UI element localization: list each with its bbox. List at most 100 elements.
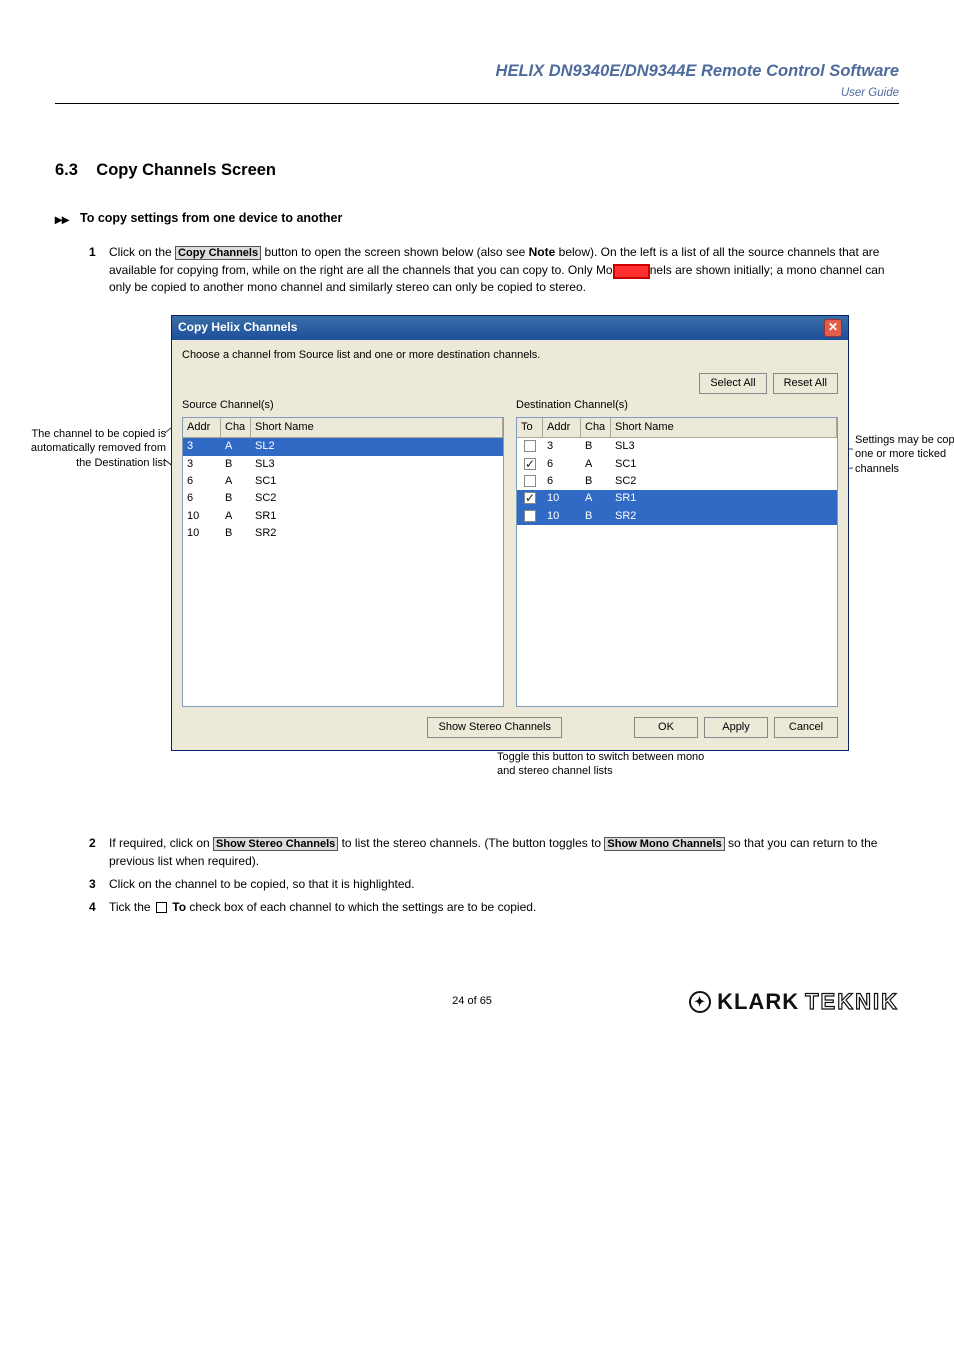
cell-name: SC2: [611, 474, 837, 489]
bottom-annotation: Toggle this button to switch between mon…: [497, 750, 707, 780]
section-title: Copy Channels Screen: [96, 161, 276, 179]
close-icon[interactable]: ✕: [824, 319, 842, 337]
cell-name: SR1: [611, 491, 837, 506]
cell-addr: 3: [183, 457, 221, 472]
page-title: HELIX DN9340E/DN9344E Remote Control Sof…: [55, 60, 899, 83]
step-number: 3: [55, 876, 109, 893]
cell-cha: B: [221, 457, 251, 472]
cell-cha: A: [221, 509, 251, 524]
cell-cha: B: [581, 439, 611, 454]
step-body: If required, click on Show Stereo Channe…: [109, 835, 899, 870]
list-item[interactable]: 10ASR1: [517, 490, 837, 507]
text: check box of each channel to which the s…: [189, 900, 536, 914]
copy-channels-label: Copy Channels: [175, 246, 261, 260]
cell-name: SR2: [611, 509, 837, 524]
text: If required, click on: [109, 836, 213, 850]
step-1: 1 Click on the Copy Channels button to o…: [55, 244, 899, 297]
lists-row: Source Channel(s) Addr Cha Short Name 3A…: [182, 398, 838, 706]
divider: [55, 103, 899, 104]
cell-cha: B: [221, 491, 251, 506]
col-cha: Cha: [581, 418, 611, 437]
page-number: 24 of 65: [255, 994, 689, 1009]
cell-addr: 6: [543, 457, 581, 472]
cell-to[interactable]: [517, 491, 543, 506]
list-item[interactable]: 6ASC1: [517, 456, 837, 473]
select-all-button[interactable]: Select All: [699, 373, 766, 394]
cell-name: SR1: [251, 509, 503, 524]
text: button to open the screen shown below (a…: [264, 245, 528, 259]
right-annotation: Settings may be copied to one or more ti…: [855, 433, 954, 478]
checkbox-icon[interactable]: [524, 458, 536, 470]
checkbox-icon: [156, 902, 167, 913]
list-item[interactable]: 6BSC2: [183, 490, 503, 507]
brand-logo: ✦ KLARK TEKNIK: [689, 987, 899, 1018]
source-label: Source Channel(s): [182, 398, 504, 413]
show-stereo-button[interactable]: Show Stereo Channels: [427, 717, 562, 738]
step-number: 4: [55, 899, 109, 916]
show-mono-label: Show Mono Channels: [604, 837, 724, 851]
cell-name: SR2: [251, 526, 503, 541]
col-name: Short Name: [611, 418, 837, 437]
dialog-title: Copy Helix Channels: [178, 319, 297, 336]
cell-cha: B: [221, 526, 251, 541]
list-item[interactable]: 10BSR2: [183, 525, 503, 542]
text: Tick the: [109, 900, 154, 914]
step-body: Click on the channel to be copied, so th…: [109, 876, 899, 893]
left-annotation: The channel to be copied is automaticall…: [28, 427, 166, 472]
cell-to[interactable]: [517, 457, 543, 472]
list-item[interactable]: 10ASR1: [183, 508, 503, 525]
copy-channels-dialog: Copy Helix Channels ✕ Choose a channel f…: [171, 315, 849, 752]
checkbox-icon[interactable]: [524, 475, 536, 487]
step-3: 3 Click on the channel to be copied, so …: [55, 876, 899, 893]
cell-to[interactable]: [517, 509, 543, 524]
procedure-heading: To copy settings from one device to anot…: [80, 210, 342, 228]
cell-addr: 3: [183, 439, 221, 454]
apply-button[interactable]: Apply: [704, 717, 768, 738]
source-list[interactable]: Addr Cha Short Name 3ASL23BSL36ASC16BSC2…: [182, 417, 504, 707]
list-item[interactable]: 10BSR2: [517, 508, 837, 525]
cell-cha: A: [581, 457, 611, 472]
section-number: 6.3: [55, 161, 78, 179]
procedure-heading-row: ▸▸ To copy settings from one device to a…: [55, 210, 899, 238]
step-body: Tick the To check box of each channel to…: [109, 899, 899, 916]
cell-name: SC2: [251, 491, 503, 506]
checkbox-icon[interactable]: [524, 510, 536, 522]
step-number: 2: [55, 835, 109, 870]
dialog-top-buttons: Select All Reset All: [182, 373, 838, 394]
diagram: The channel to be copied is automaticall…: [55, 315, 899, 805]
cell-addr: 3: [543, 439, 581, 454]
list-item[interactable]: 3ASL2: [183, 438, 503, 455]
cancel-button[interactable]: Cancel: [774, 717, 838, 738]
globe-icon: ✦: [689, 991, 711, 1013]
source-header: Addr Cha Short Name: [183, 418, 503, 438]
cell-to[interactable]: [517, 474, 543, 489]
cell-cha: A: [221, 474, 251, 489]
list-item[interactable]: 3BSL3: [517, 438, 837, 455]
dest-list[interactable]: To Addr Cha Short Name 3BSL36ASC16BSC210…: [516, 417, 838, 707]
section-heading: 6.3 Copy Channels Screen: [55, 159, 899, 182]
cell-cha: A: [581, 491, 611, 506]
page-subtitle: User Guide: [55, 85, 899, 101]
cell-name: SL2: [251, 439, 503, 454]
checkbox-icon[interactable]: [524, 440, 536, 452]
show-stereo-label: Show Stereo Channels: [213, 837, 338, 851]
dialog-bottom-buttons: Show Stereo Channels OK Apply Cancel: [182, 717, 838, 738]
brand-word-1: KLARK: [717, 987, 799, 1018]
list-item[interactable]: 6ASC1: [183, 473, 503, 490]
reset-all-button[interactable]: Reset All: [773, 373, 838, 394]
cell-addr: 6: [183, 474, 221, 489]
list-item[interactable]: 6BSC2: [517, 473, 837, 490]
step-number: 1: [55, 244, 109, 297]
ok-button[interactable]: OK: [634, 717, 698, 738]
checkbox-icon[interactable]: [524, 492, 536, 504]
cell-to[interactable]: [517, 439, 543, 454]
footer: 24 of 65 ✦ KLARK TEKNIK: [55, 987, 899, 1018]
col-to: To: [517, 418, 543, 437]
dialog-body: Choose a channel from Source list and on…: [172, 340, 848, 751]
cell-name: SC1: [611, 457, 837, 472]
text: Click on the: [109, 245, 175, 259]
list-item[interactable]: 3BSL3: [183, 456, 503, 473]
cell-addr: 10: [543, 491, 581, 506]
cell-cha: A: [221, 439, 251, 454]
step-4: 4 Tick the To check box of each channel …: [55, 899, 899, 916]
